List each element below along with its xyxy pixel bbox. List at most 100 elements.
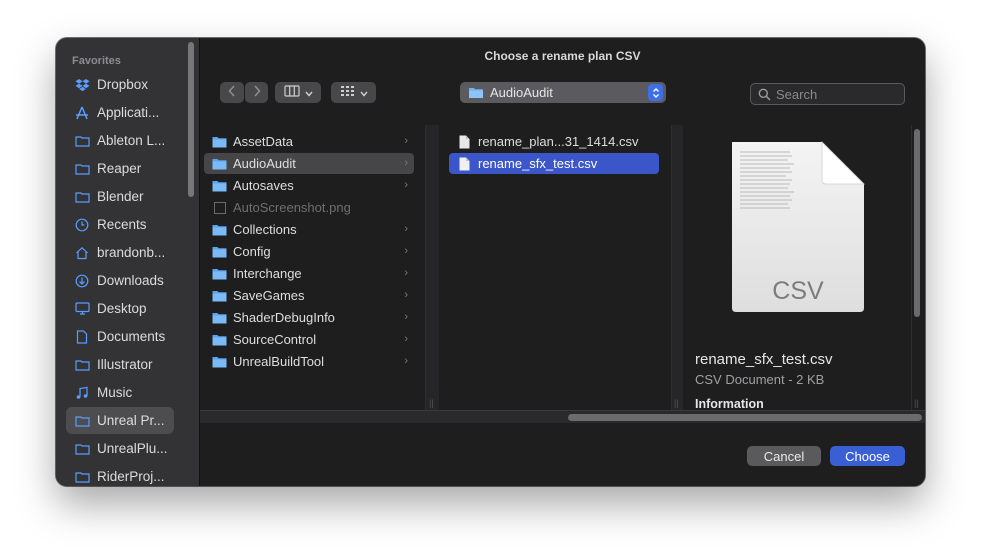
sidebar-item-label: Dropbox [97,77,149,92]
list-item[interactable]: Collections › [204,219,414,240]
folder-icon [74,469,90,485]
sidebar-item-recents[interactable]: Recents [66,211,174,238]
sidebar-item-label: Documents [97,329,166,344]
folder-icon [212,333,227,347]
forward-button[interactable] [245,82,268,103]
item-label: AssetData [233,134,293,149]
main-pane: Choose a rename plan CSV AudioAudit Sear… [200,38,925,486]
sidebar-item-documents[interactable]: Documents [66,323,174,350]
list-item[interactable]: SaveGames › [204,285,414,306]
search-field[interactable]: Search [750,83,905,105]
sidebar-item-reaper[interactable]: Reaper [66,155,174,182]
information-heading[interactable]: Information [695,397,764,411]
dropbox-icon [74,77,90,93]
cancel-button[interactable]: Cancel [747,446,821,466]
sidebar-scrollbar[interactable] [188,42,194,197]
location-popup[interactable]: AudioAudit [460,82,666,103]
item-label: rename_plan...31_1414.csv [478,134,639,149]
list-item[interactable]: SourceControl › [204,329,414,350]
folder-icon [212,245,227,259]
sidebar-item-rider-projects[interactable]: RiderProj... [66,463,174,486]
sidebar-item-unreal-plugins[interactable]: UnrealPlu... [66,435,174,462]
sidebar-item-label: Illustrator [97,357,153,372]
resize-grip-icon[interactable]: || [429,398,434,408]
list-item[interactable]: AudioAudit › [204,153,414,174]
location-label: AudioAudit [490,85,553,100]
folder-icon [212,289,227,303]
folder-icon [212,267,227,281]
column-browser: AssetData › AudioAudit › Autosaves › Aut… [200,125,925,424]
sidebar-item-label: Applicati... [97,105,160,120]
column-divider[interactable] [672,125,683,410]
sidebar-item-applications[interactable]: Applicati... [66,99,174,126]
folder-icon [74,189,90,205]
sidebar-item-home[interactable]: brandonb... [66,239,174,266]
image-file-icon [212,201,227,215]
resize-grip-icon[interactable]: || [674,398,679,408]
csv-document-icon: CSV [732,141,865,312]
folder-icon [74,161,90,177]
sidebar-item-dropbox[interactable]: Dropbox [66,71,174,98]
preview-kind: CSV Document - 2 KB [695,372,825,387]
clock-icon [74,217,90,233]
dialog-title: Choose a rename plan CSV [484,49,641,63]
sidebar-item-illustrator[interactable]: Illustrator [66,351,174,378]
folder-icon [74,413,90,429]
applications-icon [74,105,90,121]
horizontal-scrollbar[interactable] [200,410,925,424]
scrollbar-thumb[interactable] [568,414,922,421]
music-icon [74,385,90,401]
item-label: AutoScreenshot.png [233,200,351,215]
sidebar-item-unreal-projects[interactable]: Unreal Pr... [66,407,174,434]
sidebar: Favorites Dropbox Applicati... Ableton L… [56,38,200,486]
home-icon [74,245,90,261]
list-item[interactable]: Autosaves › [204,175,414,196]
folder-icon [468,86,484,99]
sidebar-item-label: brandonb... [97,245,166,260]
list-item[interactable]: rename_plan...31_1414.csv [449,131,659,152]
item-label: Interchange [233,266,302,281]
view-mode-button[interactable] [275,82,321,103]
sidebar-item-label: Ableton L... [97,133,166,148]
list-item[interactable]: ShaderDebugInfo › [204,307,414,328]
folder-icon [212,355,227,369]
desktop-icon [74,301,90,317]
list-item[interactable]: UnrealBuildTool › [204,351,414,372]
sidebar-item-music[interactable]: Music [66,379,174,406]
updown-chevron-icon [648,84,663,101]
chevron-right-icon: › [404,267,408,279]
sidebar-item-ableton[interactable]: Ableton L... [66,127,174,154]
column-2: rename_plan...31_1414.csv rename_sfx_tes… [439,125,672,410]
sidebar-item-blender[interactable]: Blender [66,183,174,210]
list-item[interactable]: Interchange › [204,263,414,284]
chevron-right-icon: › [404,245,408,257]
column-divider[interactable] [426,125,439,410]
item-label: SaveGames [233,288,305,303]
sidebar-item-label: Music [97,385,133,400]
item-label: ShaderDebugInfo [233,310,335,325]
document-icon [74,329,90,345]
chevron-right-icon: › [404,355,408,367]
folder-icon [212,135,227,149]
list-item[interactable]: AssetData › [204,131,414,152]
sidebar-item-label: Recents [97,217,147,232]
chevron-right-icon: › [404,157,408,169]
folder-icon [74,133,90,149]
sidebar-item-label: Blender [97,189,144,204]
folder-icon [212,157,227,171]
list-item[interactable]: Config › [204,241,414,262]
csv-label: CSV [772,277,824,305]
choose-button[interactable]: Choose [830,446,905,466]
chevron-left-icon [228,84,236,102]
preview-scrollbar[interactable] [914,129,920,317]
sidebar-item-label: RiderProj... [97,469,165,484]
sidebar-item-label: Reaper [97,161,142,176]
sidebar-item-desktop[interactable]: Desktop [66,295,174,322]
back-button[interactable] [220,82,244,103]
list-item[interactable]: rename_sfx_test.csv [449,153,659,174]
sidebar-item-downloads[interactable]: Downloads [66,267,174,294]
chevron-down-icon [359,84,368,102]
group-button[interactable] [331,82,376,103]
document-icon [457,135,472,149]
resize-grip-icon[interactable]: || [914,398,919,408]
